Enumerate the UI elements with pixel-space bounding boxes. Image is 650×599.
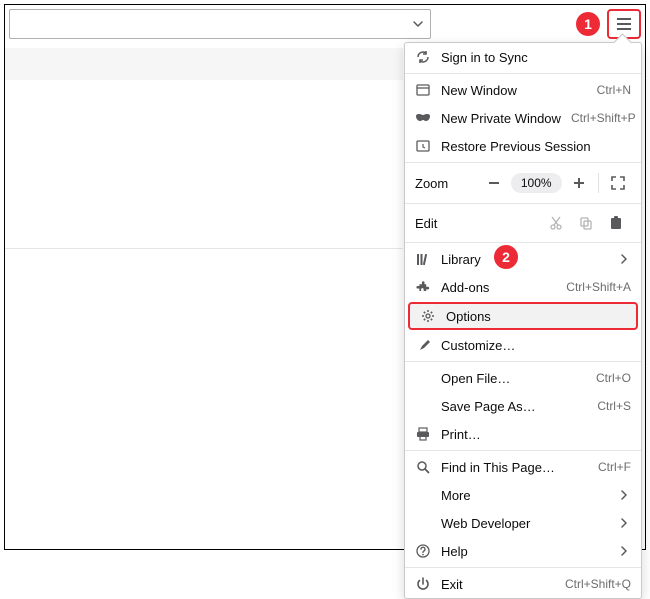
chevron-right-icon: [619, 490, 631, 500]
menu-help[interactable]: Help: [405, 537, 641, 565]
cut-button[interactable]: [541, 209, 571, 237]
menu-label: Add-ons: [441, 280, 556, 295]
copy-icon: [579, 216, 593, 230]
menu-find[interactable]: Find in This Page… Ctrl+F: [405, 453, 641, 481]
page-header-area: [5, 48, 403, 80]
menu-edit-row: Edit: [405, 206, 641, 240]
menu-restore-session[interactable]: Restore Previous Session: [405, 132, 641, 160]
menu-label: Library: [441, 252, 609, 267]
window-icon: [415, 82, 431, 98]
paste-icon: [610, 216, 622, 230]
menu-separator: [405, 361, 641, 362]
annotation-marker-1: 1: [576, 12, 600, 36]
search-icon: [415, 459, 431, 475]
help-icon: [415, 543, 431, 559]
print-icon: [415, 426, 431, 442]
menu-label: Web Developer: [441, 516, 609, 531]
fullscreen-button[interactable]: [605, 169, 631, 197]
copy-button[interactable]: [571, 209, 601, 237]
zoom-separator: [598, 173, 599, 193]
menu-label: Exit: [441, 577, 555, 592]
menu-separator: [405, 73, 641, 74]
puzzle-icon: [415, 279, 431, 295]
menu-separator: [405, 567, 641, 568]
menu-new-window[interactable]: New Window Ctrl+N: [405, 76, 641, 104]
zoom-in-button[interactable]: [566, 169, 592, 197]
menu-label: Print…: [441, 427, 631, 442]
menu-label: New Private Window: [441, 111, 561, 126]
menu-addons[interactable]: Add-ons Ctrl+Shift+A: [405, 273, 641, 301]
urlbar-dropdown-icon[interactable]: [412, 18, 424, 30]
menu-label: More: [441, 488, 609, 503]
mask-icon: [415, 110, 431, 126]
menu-sign-in-sync[interactable]: Sign in to Sync: [405, 43, 641, 71]
chevron-right-icon: [619, 546, 631, 556]
page-divider: [5, 248, 403, 249]
paste-button[interactable]: [601, 209, 631, 237]
menu-open-file[interactable]: Open File… Ctrl+O: [405, 364, 641, 392]
gear-icon: [420, 308, 436, 324]
url-bar[interactable]: [9, 9, 431, 39]
menu-customize[interactable]: Customize…: [405, 331, 641, 359]
annotation-marker-2: 2: [494, 245, 518, 269]
paintbrush-icon: [415, 337, 431, 353]
menu-shortcut: Ctrl+N: [597, 83, 631, 97]
chevron-right-icon: [619, 518, 631, 528]
menu-label: New Window: [441, 83, 587, 98]
menu-label: Open File…: [441, 371, 586, 386]
menu-print[interactable]: Print…: [405, 420, 641, 448]
menu-shortcut: Ctrl+O: [596, 371, 631, 385]
zoom-label: Zoom: [415, 176, 481, 191]
menu-options[interactable]: Options: [408, 302, 638, 330]
edit-label: Edit: [415, 216, 485, 231]
power-icon: [415, 576, 431, 592]
sync-icon: [415, 49, 431, 65]
menu-separator: [405, 203, 641, 204]
menu-separator: [405, 450, 641, 451]
menu-exit[interactable]: Exit Ctrl+Shift+Q: [405, 570, 641, 598]
menu-label: Find in This Page…: [441, 460, 588, 475]
menu-label: Sign in to Sync: [441, 50, 631, 65]
menu-label: Save Page As…: [441, 399, 587, 414]
menu-label: Customize…: [441, 338, 631, 353]
menu-library[interactable]: Library: [405, 245, 641, 273]
menu-save-page-as[interactable]: Save Page As… Ctrl+S: [405, 392, 641, 420]
menu-separator: [405, 162, 641, 163]
fullscreen-icon: [611, 176, 625, 190]
menu-separator: [405, 242, 641, 243]
menu-shortcut: Ctrl+F: [598, 460, 631, 474]
zoom-percent[interactable]: 100%: [511, 173, 562, 193]
app-menu-popup: Sign in to Sync New Window Ctrl+N New Pr…: [404, 42, 642, 599]
cut-icon: [549, 216, 563, 230]
menu-web-developer[interactable]: Web Developer: [405, 509, 641, 537]
menu-shortcut: Ctrl+Shift+Q: [565, 577, 631, 591]
restore-icon: [415, 138, 431, 154]
menu-shortcut: Ctrl+S: [597, 399, 631, 413]
plus-icon: [573, 177, 585, 189]
menu-label: Restore Previous Session: [441, 139, 631, 154]
chevron-right-icon: [619, 254, 631, 264]
menu-shortcut: Ctrl+Shift+A: [566, 280, 631, 294]
menu-new-private-window[interactable]: New Private Window Ctrl+Shift+P: [405, 104, 641, 132]
menu-more[interactable]: More: [405, 481, 641, 509]
hamburger-icon: [616, 17, 632, 31]
library-icon: [415, 251, 431, 267]
menu-shortcut: Ctrl+Shift+P: [571, 111, 636, 125]
menu-zoom-row: Zoom 100%: [405, 165, 641, 201]
minus-icon: [488, 177, 500, 189]
zoom-out-button[interactable]: [481, 169, 507, 197]
menu-label: Options: [446, 309, 626, 324]
menu-label: Help: [441, 544, 609, 559]
